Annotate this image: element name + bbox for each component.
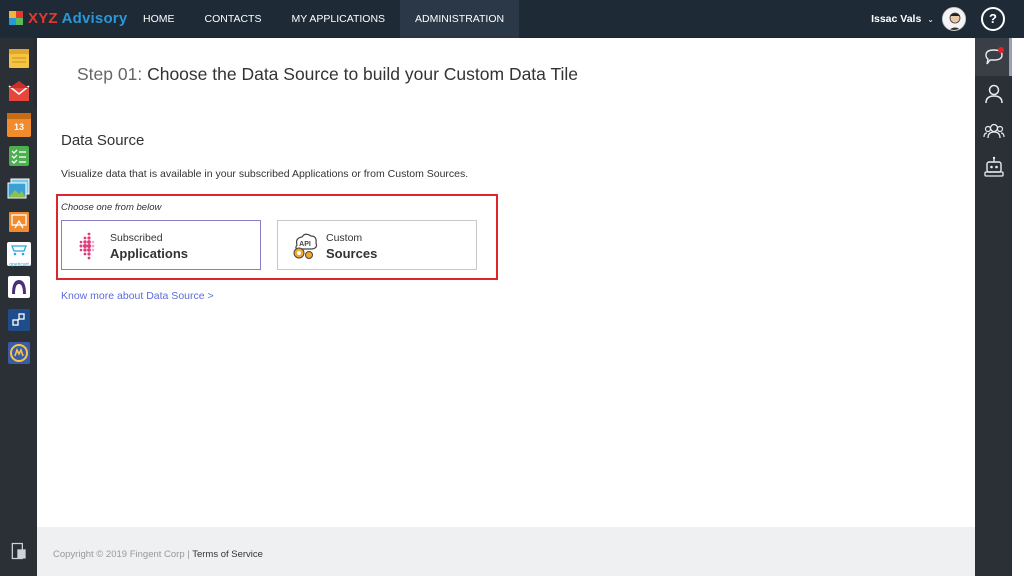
main-content: Step 01: Choose the Data Source to build… — [37, 38, 975, 576]
certificate-icon[interactable] — [7, 210, 31, 234]
terms-link[interactable]: Terms of Service — [192, 549, 263, 560]
photos-icon[interactable] — [7, 177, 31, 201]
nav-contacts[interactable]: CONTACTS — [190, 0, 277, 38]
copyright: Copyright © 2019 Fingent Corp | — [53, 549, 193, 560]
right-tool-rail — [975, 38, 1024, 576]
main-nav: HOME CONTACTS MY APPLICATIONS ADMINISTRA… — [128, 0, 520, 38]
api-gear-icon: API — [293, 233, 318, 259]
choose-label: Choose one from below — [61, 202, 162, 213]
user-menu[interactable]: Issac Vals ⌄ — [871, 0, 934, 38]
custom-sources-option[interactable]: API Custom Sources — [277, 220, 477, 270]
scroll-strip — [1012, 38, 1024, 576]
option-line2: Applications — [110, 246, 189, 261]
workflow-icon[interactable] — [7, 308, 31, 332]
bot-icon[interactable] — [983, 156, 1005, 178]
mail-icon[interactable] — [7, 80, 31, 104]
avatar[interactable] — [942, 7, 966, 31]
subscribed-apps-icon — [79, 232, 95, 260]
page-header: Step 01: Choose the Data Source to build… — [37, 38, 975, 106]
top-navbar: XYZ Advisory HOME CONTACTS MY APPLICATIO… — [0, 0, 1024, 38]
nav-my-applications[interactable]: MY APPLICATIONS — [276, 0, 400, 38]
calendar-icon[interactable]: 13 — [7, 113, 31, 137]
footer-text: Copyright © 2019 Fingent Corp | Terms of… — [53, 549, 263, 560]
step-title: Choose the Data Source to build your Cus… — [147, 64, 578, 84]
user-icon[interactable] — [983, 83, 1005, 105]
arch-app-icon[interactable] — [7, 275, 31, 299]
exit-icon[interactable] — [9, 541, 29, 561]
user-name: Issac Vals — [871, 13, 922, 25]
subscribed-applications-option[interactable]: Subscribed Applications — [61, 220, 261, 270]
option-line1: Subscribed — [110, 232, 163, 244]
scrollbar[interactable] — [1009, 38, 1012, 76]
footer: Copyright © 2019 Fingent Corp | Terms of… — [37, 527, 975, 576]
option-line1: Custom — [326, 232, 363, 244]
help-button[interactable]: ? — [981, 7, 1005, 31]
brand-name: XYZ Advisory — [28, 9, 128, 27]
team-icon[interactable] — [983, 120, 1005, 142]
opencart-icon[interactable]: opencart — [7, 242, 31, 268]
know-more-link[interactable]: Know more about Data Source > — [61, 290, 214, 302]
data-source-panel: Data Source Visualize data that is avail… — [37, 106, 975, 527]
section-description: Visualize data that is available in your… — [61, 168, 469, 180]
brand-logo[interactable]: XYZ Advisory — [9, 7, 127, 29]
checklist-icon[interactable] — [7, 144, 31, 168]
page-title: Step 01: Choose the Data Source to build… — [77, 64, 578, 85]
nav-home[interactable]: HOME — [128, 0, 190, 38]
nav-administration[interactable]: ADMINISTRATION — [400, 0, 520, 38]
brand-mark-icon — [9, 11, 23, 25]
chat-icon[interactable] — [983, 46, 1005, 68]
clock-badge-icon[interactable] — [7, 341, 31, 365]
notes-icon[interactable] — [7, 46, 31, 70]
step-label: Step 01: — [77, 64, 143, 84]
app-launcher-rail: 13 opencart — [0, 38, 37, 576]
option-line2: Sources — [326, 246, 378, 261]
section-title: Data Source — [61, 132, 145, 149]
api-badge-text: API — [299, 241, 311, 248]
chevron-down-icon: ⌄ — [927, 14, 934, 24]
